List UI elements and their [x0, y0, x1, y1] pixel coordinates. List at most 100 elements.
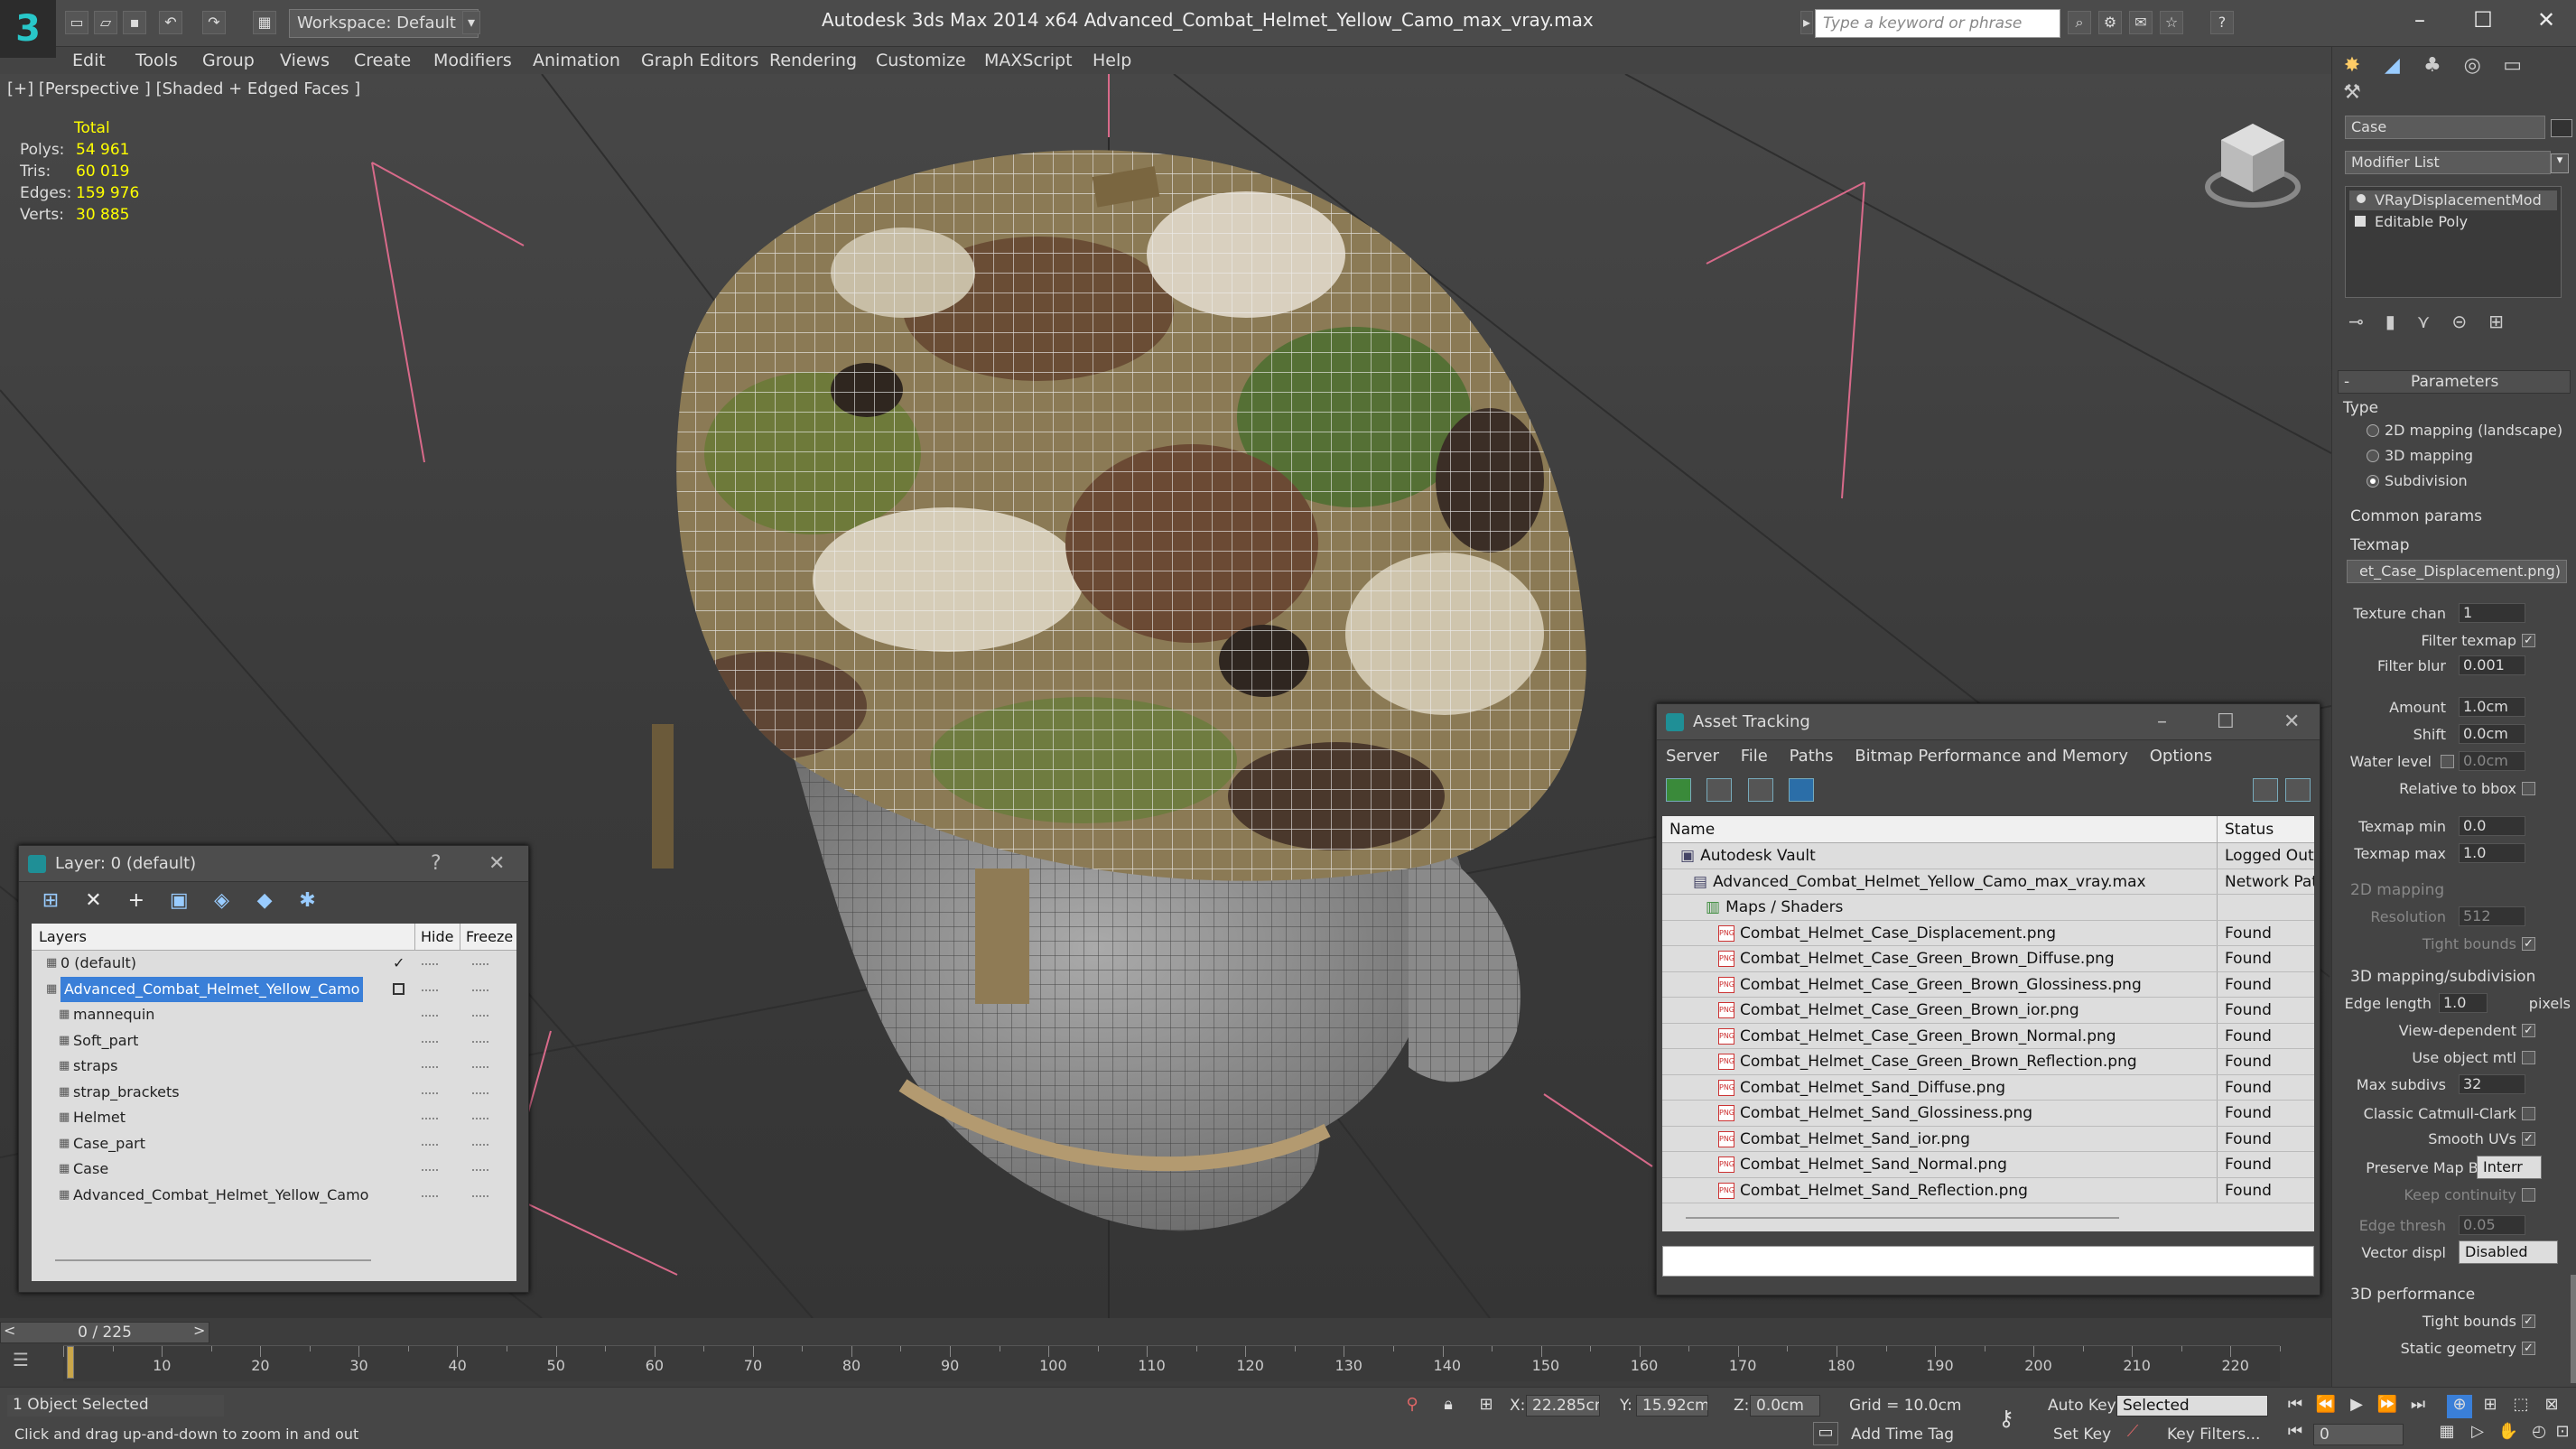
layer-row[interactable]: ▦ Case	[32, 1156, 516, 1183]
table-view-icon[interactable]	[1789, 778, 1815, 802]
binoculars-icon[interactable]: ⌕	[2068, 11, 2091, 34]
texmap-min-spinner[interactable]: 0.0	[2459, 816, 2525, 836]
highlight-layer-icon[interactable]: ◈	[209, 889, 236, 912]
col-status[interactable]: Status	[2217, 816, 2314, 842]
utilities-tab-icon[interactable]: ⚒	[2338, 81, 2367, 108]
asset-menu-bitmap[interactable]: Bitmap Performance and Memory	[1855, 747, 2128, 766]
freeze-toggle[interactable]	[472, 1194, 488, 1197]
time-prev-icon[interactable]: <	[4, 1322, 15, 1339]
prev-frame-icon[interactable]: ⏪	[2313, 1395, 2339, 1418]
add-time-tag-label[interactable]: Add Time Tag	[1851, 1426, 1954, 1444]
layer-row[interactable]: ▦ strap_brackets	[32, 1080, 516, 1106]
key-mode-icon[interactable]: ⏮	[2283, 1422, 2308, 1445]
filter-blur-spinner[interactable]: 0.001	[2459, 655, 2525, 675]
modifier-list-dropdown[interactable]: Modifier List	[2345, 151, 2551, 174]
next-frame-icon[interactable]: ⏩	[2375, 1395, 2400, 1418]
key-set-dropdown[interactable]: Selected	[2116, 1395, 2268, 1416]
stack-item-editable-poly[interactable]: Editable Poly	[2349, 212, 2557, 232]
layer-scrollbar[interactable]	[55, 1259, 371, 1261]
hide-toggle[interactable]	[422, 1143, 438, 1146]
help-icon[interactable]	[2253, 778, 2278, 802]
viewport-label[interactable]: [+] [Perspective ] [Shaded + Edged Faces…	[7, 79, 360, 98]
menu-customize[interactable]: Customize	[876, 51, 966, 70]
layer-row[interactable]: ▦ Case_part	[32, 1131, 516, 1157]
asset-scrollbar[interactable]	[1686, 1217, 2119, 1219]
object-color-swatch[interactable]	[2551, 119, 2572, 137]
hide-toggle[interactable]	[422, 1118, 438, 1119]
new-file-icon[interactable]: ▭	[65, 11, 88, 34]
field-of-view-icon[interactable]: ▷	[2465, 1422, 2490, 1445]
current-frame-field[interactable]: 0	[2313, 1424, 2404, 1445]
isolate-icon[interactable]: ⚲	[1400, 1395, 1425, 1418]
hide-toggle[interactable]	[422, 989, 438, 991]
search-input[interactable]: Type a keyword or phrase	[1815, 9, 2060, 38]
play-icon[interactable]: ▶	[2344, 1395, 2369, 1418]
menu-group[interactable]: Group	[202, 51, 255, 70]
freeze-all-icon[interactable]: ✱	[293, 889, 321, 912]
hide-toggle[interactable]	[422, 1091, 438, 1094]
open-file-icon[interactable]: ▱	[94, 11, 117, 34]
edge-length-spinner[interactable]: 1.0	[2439, 993, 2488, 1013]
modifier-on-icon[interactable]	[2357, 194, 2366, 203]
layer-row[interactable]: ▦ 0 (default) ✓	[32, 951, 516, 977]
radio-2d-mapping[interactable]	[2367, 424, 2379, 437]
frame-ruler[interactable]: 10 20 30 40 50 60 70 80 90 100 110 120 130 140 150 160 1…	[63, 1345, 2281, 1381]
menu-graph-editors[interactable]: Graph Editors	[641, 51, 758, 70]
modify-tab-icon[interactable]: ◢	[2377, 54, 2406, 81]
freeze-toggle[interactable]	[472, 1091, 488, 1094]
water-level-spinner[interactable]: 0.0cm	[2459, 751, 2525, 771]
asset-row[interactable]: ▥ Maps / Shaders	[1662, 895, 2314, 921]
asset-row[interactable]: PNG Combat_Helmet_Case_Green_Brown_Normal…	[1662, 1023, 2314, 1049]
time-slider[interactable]: 0 / 225	[0, 1322, 209, 1343]
asset-row[interactable]: PNG Combat_Helmet_Case_Displacement.png Fo…	[1662, 920, 2314, 946]
new-layer-icon[interactable]: ⊞	[37, 889, 64, 912]
orbit-icon[interactable]: ◴	[2526, 1422, 2552, 1445]
hide-toggle[interactable]	[422, 1040, 438, 1043]
freeze-toggle[interactable]	[472, 1015, 488, 1017]
menu-create[interactable]: Create	[354, 51, 411, 70]
freeze-toggle[interactable]	[472, 1118, 488, 1119]
settings-icon[interactable]	[2285, 778, 2311, 802]
hide-toggle[interactable]	[422, 1169, 438, 1171]
col-freeze[interactable]: Freeze	[460, 924, 513, 951]
col-hide[interactable]: Hide	[414, 924, 453, 951]
pan-icon[interactable]: ✋	[2496, 1422, 2521, 1445]
set-key-mode-icon[interactable]: ⚷	[1994, 1406, 2019, 1431]
zoom-icon[interactable]: ⊕	[2447, 1395, 2472, 1418]
goto-start-icon[interactable]: ⏮	[2283, 1395, 2308, 1418]
menu-edit[interactable]: Edit	[72, 51, 106, 70]
menu-help[interactable]: Help	[1093, 51, 1131, 70]
view-dependent-checkbox[interactable]: ✓	[2522, 1024, 2535, 1037]
z-coordinate-field[interactable]: 0.0cm	[1750, 1395, 1820, 1416]
favorites-star-icon[interactable]: ☆	[2160, 11, 2183, 34]
search-expand-icon[interactable]: ▸	[1800, 11, 1813, 34]
viewcube-icon[interactable]	[2203, 115, 2302, 214]
layer-row[interactable]: ▦ mannequin	[32, 1002, 516, 1028]
display-tab-icon[interactable]: ▭	[2498, 54, 2527, 81]
edge-thresh-spinner[interactable]: 0.05	[2459, 1215, 2525, 1235]
texmap-max-spinner[interactable]: 1.0	[2459, 843, 2525, 863]
tight-bounds-2d-checkbox[interactable]: ✓	[2522, 937, 2535, 951]
amount-spinner[interactable]: 1.0cm	[2459, 697, 2525, 717]
motion-tab-icon[interactable]: ◎	[2458, 54, 2487, 81]
absolute-mode-icon[interactable]: ⊞	[1474, 1395, 1499, 1418]
tight-bounds-3d-checkbox[interactable]: ✓	[2522, 1314, 2535, 1328]
close-icon[interactable]: ✕	[2283, 704, 2300, 740]
freeze-toggle[interactable]	[472, 963, 488, 965]
curve-editor-icon[interactable]: ☰	[13, 1349, 49, 1376]
vector-displ-dropdown[interactable]: Disabled	[2459, 1240, 2558, 1264]
texmap-button[interactable]: et_Case_Displacement.png)	[2347, 560, 2567, 583]
communication-icon[interactable]: ✉	[2129, 11, 2153, 34]
add-to-layer-icon[interactable]: +	[123, 889, 150, 912]
asset-row[interactable]: ▣ Autodesk Vault Logged Out	[1662, 843, 2314, 869]
goto-end-icon[interactable]: ⏭	[2405, 1395, 2431, 1418]
hide-toggle[interactable]	[422, 1066, 438, 1068]
subscription-icon[interactable]: ⚙	[2098, 11, 2122, 34]
asset-row[interactable]: PNG Combat_Helmet_Sand_Diffuse.png Found	[1662, 1074, 2314, 1101]
close-icon[interactable]: ✕	[2528, 7, 2564, 36]
layer-row[interactable]: ▦ Soft_part	[32, 1028, 516, 1054]
delete-layer-icon[interactable]: ✕	[79, 889, 107, 912]
classic-catmull-checkbox[interactable]	[2522, 1107, 2535, 1120]
asset-menu-file[interactable]: File	[1741, 747, 1768, 766]
hide-toggle[interactable]	[422, 963, 438, 965]
